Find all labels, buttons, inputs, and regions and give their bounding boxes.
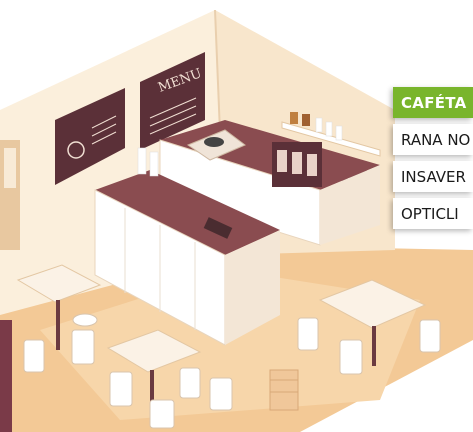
- menu-item-label: OPTICLI: [401, 204, 459, 223]
- menu-item-label: INSAVER: [401, 167, 466, 186]
- menu-item-insaver[interactable]: INSAVER: [393, 161, 473, 192]
- cup-stack: [137, 147, 147, 175]
- menu-item-label: RANA NO: [401, 130, 471, 149]
- left-door-panel: [4, 148, 16, 188]
- menu-item-label: CAFÉTA: [401, 93, 467, 112]
- menu-item-rana-no[interactable]: RANA NO: [393, 124, 473, 155]
- crate: [269, 369, 299, 411]
- menu-item-cafeta[interactable]: CAFÉTA: [393, 87, 473, 118]
- bar-stool: [72, 313, 98, 327]
- menu-item-opticli[interactable]: OPTICLI: [393, 198, 473, 229]
- dropdown-menu: CAFÉTA RANA NO INSAVER OPTICLI: [393, 87, 473, 235]
- left-wall-panel: [0, 320, 12, 432]
